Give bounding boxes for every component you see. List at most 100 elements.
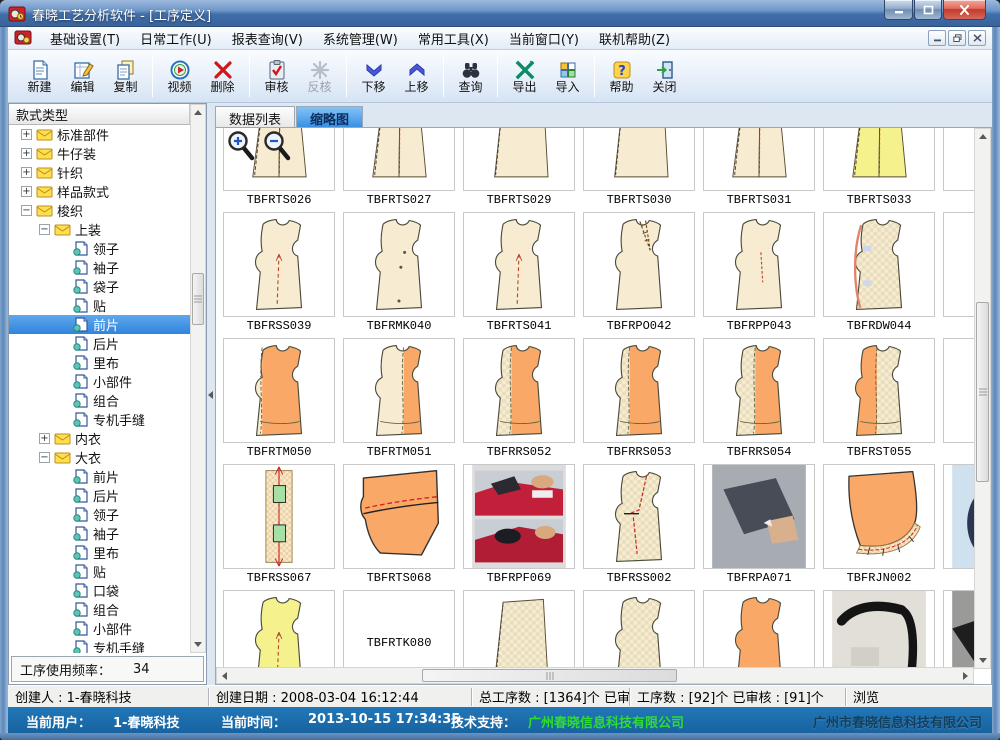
menu-item-7[interactable]: 联机帮助(Z) — [589, 27, 680, 50]
thumbnail-cell[interactable]: TBFRTS027 — [343, 128, 455, 208]
thumbnail-cell[interactable]: TBFRSS039 — [223, 212, 335, 334]
thumbnail-cell[interactable] — [943, 212, 974, 334]
toolbar-move-up-button[interactable]: 上移 — [396, 53, 437, 100]
thumbnail-cell[interactable]: TBFRPA071 — [703, 464, 815, 586]
menu-item-6[interactable]: 当前窗口(Y) — [499, 27, 589, 50]
menu-item-1[interactable]: 基础设置(T) — [40, 27, 130, 50]
thumbnail-cell[interactable]: TBFRJN002 — [823, 464, 935, 586]
tree-item-贴[interactable]: 贴 — [9, 296, 190, 315]
tree-item-口袋[interactable]: 口袋 — [9, 581, 190, 600]
tree-expander-icon[interactable]: + — [21, 167, 32, 178]
toolbar-delete-button[interactable]: 删除 — [202, 53, 243, 100]
thumbnail-cell[interactable]: TBFRTM050 — [223, 338, 335, 460]
thumbnail-cell[interactable]: TBFRTM051 — [343, 338, 455, 460]
tree-scroll-down-arrow[interactable] — [191, 637, 205, 652]
thumbnail-cell[interactable] — [943, 128, 974, 208]
tree-vertical-scrollbar[interactable] — [190, 104, 206, 653]
tree-expander-icon[interactable]: + — [39, 433, 50, 444]
tree-expander-icon[interactable]: − — [39, 224, 50, 235]
tree-item-针织[interactable]: +针织 — [9, 163, 190, 182]
thumbnail-cell[interactable]: TBFRRS053 — [583, 338, 695, 460]
thumbnail-cell[interactable]: TBFRTS030 — [583, 128, 695, 208]
toolbar-exit-door-button[interactable]: 关闭 — [644, 53, 685, 100]
toolbar-export-excel-button[interactable]: 导出 — [504, 53, 545, 100]
toolbar-search-binoculars-button[interactable]: 查询 — [450, 53, 491, 100]
thumbnail-cell[interactable]: TBFRSS067 — [223, 464, 335, 586]
thumbnail-cell[interactable]: TBFRTS031 — [703, 128, 815, 208]
menu-item-3[interactable]: 报表查询(V) — [222, 27, 313, 50]
tree-expander-icon[interactable]: − — [21, 205, 32, 216]
toolbar-audit-check-button[interactable]: 审核 — [256, 53, 297, 100]
thumbnail-cell[interactable]: TBFRTS033 — [823, 128, 935, 208]
thumbnail-cell[interactable]: TBFRTS029 — [463, 128, 575, 208]
thumbnail-cell[interactable] — [463, 590, 575, 667]
menu-item-2[interactable]: 日常工作(U) — [130, 27, 222, 50]
thumbnail-cell[interactable]: TBFRMK040 — [343, 212, 455, 334]
toolbar-video-button[interactable]: 视频 — [159, 53, 200, 100]
tree-item-小部件[interactable]: 小部件 — [9, 372, 190, 391]
tree-item-袖子[interactable]: 袖子 — [9, 524, 190, 543]
thumbnail-cell[interactable]: TBFRPO042 — [583, 212, 695, 334]
grid-scroll-right-arrow[interactable] — [958, 668, 973, 683]
mdi-restore-button[interactable] — [948, 30, 966, 46]
toolbar-edit-button[interactable]: 编辑 — [62, 53, 103, 100]
zoom-out-magnifier-icon[interactable] — [262, 130, 292, 162]
tree-item-牛仔装[interactable]: +牛仔装 — [9, 144, 190, 163]
tab-缩略图[interactable]: 缩略图 — [296, 106, 363, 127]
tree-item-大衣[interactable]: −大衣 — [9, 448, 190, 467]
tree-item-上装[interactable]: −上装 — [9, 220, 190, 239]
thumbnail-cell[interactable] — [823, 590, 935, 667]
grid-scroll-up-arrow[interactable] — [975, 129, 990, 144]
tree-item-样品款式[interactable]: +样品款式 — [9, 182, 190, 201]
mdi-minimize-button[interactable] — [928, 30, 946, 46]
tree-item-内衣[interactable]: +内衣 — [9, 429, 190, 448]
tree-item-领子[interactable]: 领子 — [9, 505, 190, 524]
menu-item-5[interactable]: 常用工具(X) — [408, 27, 499, 50]
grid-horizontal-scrollbar[interactable] — [216, 667, 974, 684]
tree-item-里布[interactable]: 里布 — [9, 543, 190, 562]
menu-item-4[interactable]: 系统管理(W) — [313, 27, 408, 50]
minimize-button[interactable] — [884, 0, 913, 20]
mdi-close-button[interactable] — [968, 30, 986, 46]
tree-expander-icon[interactable]: + — [21, 129, 32, 140]
grid-scroll-left-arrow[interactable] — [217, 668, 232, 683]
thumbnail-cell[interactable] — [223, 590, 335, 667]
thumbnail-cell[interactable]: TBFRTS068 — [343, 464, 455, 586]
tree-item-袋子[interactable]: 袋子 — [9, 277, 190, 296]
tree-item-专机手缝[interactable]: 专机手缝 — [9, 410, 190, 429]
tree-expander-icon[interactable]: + — [21, 148, 32, 159]
tree-item-前片[interactable]: 前片 — [9, 467, 190, 486]
toolbar-help-button[interactable]: ?帮助 — [601, 53, 642, 100]
tree-item-标准部件[interactable]: +标准部件 — [9, 125, 190, 144]
thumbnail-cell[interactable] — [703, 590, 815, 667]
thumbnail-cell[interactable]: TBFRPF069 — [463, 464, 575, 586]
thumbnail-cell[interactable]: TBFRRS054 — [703, 338, 815, 460]
tab-数据列表[interactable]: 数据列表 — [215, 106, 295, 127]
tree-item-领子[interactable]: 领子 — [9, 239, 190, 258]
toolbar-new-document-button[interactable]: 新建 — [19, 53, 60, 100]
thumbnail-cell[interactable]: TBFRST055 — [823, 338, 935, 460]
splitter-collapse-icon[interactable] — [208, 391, 213, 399]
tree-item-后片[interactable]: 后片 — [9, 486, 190, 505]
grid-hscrollbar-thumb[interactable] — [422, 669, 677, 682]
grid-vscrollbar-thumb[interactable] — [976, 302, 989, 482]
thumbnail-cell[interactable]: TBFRSS002 — [583, 464, 695, 586]
thumbnail-cell[interactable]: TBFRTK080 — [343, 590, 455, 667]
maximize-button[interactable] — [914, 0, 942, 20]
tree-item-专机手缝[interactable]: 专机手缝 — [9, 638, 190, 653]
tree-item-组合[interactable]: 组合 — [9, 391, 190, 410]
thumbnail-cell[interactable]: TBFRTS041 — [463, 212, 575, 334]
thumbnail-cell[interactable]: TBFRDW044 — [823, 212, 935, 334]
thumbnail-cell[interactable]: TBFRRS052 — [463, 338, 575, 460]
zoom-in-magnifier-icon[interactable] — [226, 130, 256, 162]
toolbar-copy-button[interactable]: 复制 — [105, 53, 146, 100]
tree-item-贴[interactable]: 贴 — [9, 562, 190, 581]
close-button[interactable] — [943, 0, 986, 20]
thumbnail-cell[interactable] — [943, 590, 974, 667]
thumbnail-cell[interactable]: TBFRPP043 — [703, 212, 815, 334]
thumbnail-cell[interactable] — [583, 590, 695, 667]
thumbnail-cell[interactable] — [943, 464, 974, 586]
tree-expander-icon[interactable]: − — [39, 452, 50, 463]
tree-item-前片[interactable]: 前片 — [9, 315, 190, 334]
tree-item-小部件[interactable]: 小部件 — [9, 619, 190, 638]
